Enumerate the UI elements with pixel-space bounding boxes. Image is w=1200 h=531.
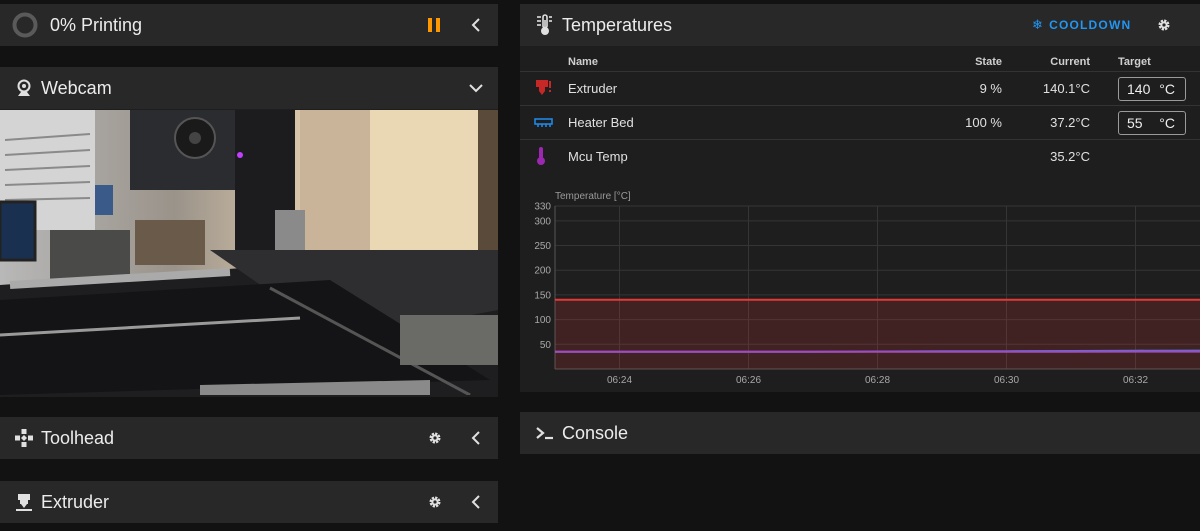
- heater-bed-target-input[interactable]: 55 °C: [1118, 111, 1186, 135]
- series-area-extruder: [555, 299, 1200, 369]
- y-tick-label: 330: [534, 202, 551, 213]
- cooldown-label: COOLDOWN: [1049, 18, 1132, 32]
- temperatures-header[interactable]: Temperatures ❄ COOLDOWN: [520, 4, 1200, 46]
- table-row: Extruder 9 % 140.1°C 140 °C: [520, 71, 1200, 104]
- console-panel: Console: [520, 412, 1200, 454]
- row-state: 100 %: [965, 114, 1002, 130]
- status-header[interactable]: 0% Printing: [0, 4, 498, 46]
- gear-icon[interactable]: [426, 429, 444, 447]
- thermometer-icon: [534, 140, 556, 172]
- x-tick-label: 06:32: [1123, 375, 1148, 386]
- toolhead-panel: Toolhead: [0, 417, 498, 459]
- heated-bed-icon: [534, 106, 556, 138]
- extruder-panel-title: Extruder: [41, 491, 110, 512]
- row-name: Heater Bed: [568, 114, 634, 130]
- x-tick-label: 06:30: [994, 375, 1019, 386]
- row-name: Mcu Temp: [568, 148, 628, 164]
- target-value: 55: [1127, 115, 1143, 131]
- temperature-chart: Temperature [°C] 330 300 250 200 150 100 50 06:2…: [520, 184, 1200, 394]
- extruder-panel: Extruder: [0, 481, 498, 523]
- extruder-target-input[interactable]: 140 °C: [1118, 77, 1186, 101]
- toolhead-title: Toolhead: [41, 427, 115, 448]
- chevron-down-icon[interactable]: [466, 79, 486, 97]
- y-tick-label: 100: [534, 315, 551, 326]
- webcam-title: Webcam: [41, 77, 112, 98]
- target-unit: °C: [1159, 81, 1175, 97]
- webcam-panel: Webcam: [0, 67, 498, 397]
- nozzle-icon: [14, 492, 34, 512]
- temperatures-title: Temperatures: [562, 14, 673, 35]
- cooldown-button[interactable]: ❄ COOLDOWN: [1032, 14, 1132, 36]
- x-tick-label: 06:26: [736, 375, 761, 386]
- row-current: 37.2°C: [1050, 114, 1090, 130]
- console-icon: [534, 423, 556, 443]
- gamepad-icon: [14, 428, 34, 448]
- y-tick-label: 50: [540, 340, 552, 351]
- chevron-left-icon[interactable]: [466, 429, 486, 447]
- webcam-header[interactable]: Webcam: [0, 67, 498, 109]
- table-row: Heater Bed 100 % 37.2°C 55 °C: [520, 105, 1200, 138]
- snowflake-icon: ❄: [1032, 17, 1045, 32]
- y-tick-label: 150: [534, 290, 551, 301]
- row-current: 140.1°C: [1042, 80, 1090, 96]
- target-value: 140: [1127, 81, 1151, 97]
- y-tick-label: 250: [534, 241, 551, 252]
- x-tick-label: 06:28: [865, 375, 890, 386]
- y-axis-label: Temperature [°C]: [555, 191, 631, 202]
- toolhead-header[interactable]: Toolhead: [0, 417, 498, 459]
- status-panel: 0% Printing: [0, 4, 498, 46]
- gear-icon[interactable]: [1155, 16, 1173, 34]
- temperatures-panel: Temperatures ❄ COOLDOWN Name State Curre…: [520, 4, 1200, 392]
- y-tick-label: 200: [534, 266, 551, 277]
- y-tick-label: 300: [534, 216, 551, 227]
- webcam-image: [0, 110, 498, 395]
- pause-icon[interactable]: [424, 16, 444, 34]
- heater-icon: [534, 72, 556, 104]
- progress-ring-icon: [12, 12, 38, 38]
- target-unit: °C: [1159, 115, 1175, 131]
- x-tick-label: 06:24: [607, 375, 632, 386]
- webcam-icon: [14, 78, 34, 98]
- thermometer-icon: [534, 14, 554, 36]
- console-title: Console: [562, 422, 629, 443]
- row-name: Extruder: [568, 80, 618, 96]
- status-title: 0% Printing: [50, 14, 143, 35]
- table-row: Mcu Temp 35.2°C: [520, 139, 1200, 172]
- gear-icon[interactable]: [426, 493, 444, 511]
- chevron-left-icon[interactable]: [466, 493, 486, 511]
- console-header[interactable]: Console: [520, 412, 1200, 454]
- row-state: 9 %: [979, 80, 1002, 96]
- row-current: 35.2°C: [1050, 148, 1090, 164]
- chevron-left-icon[interactable]: [466, 16, 486, 34]
- extruder-header[interactable]: Extruder: [0, 481, 498, 523]
